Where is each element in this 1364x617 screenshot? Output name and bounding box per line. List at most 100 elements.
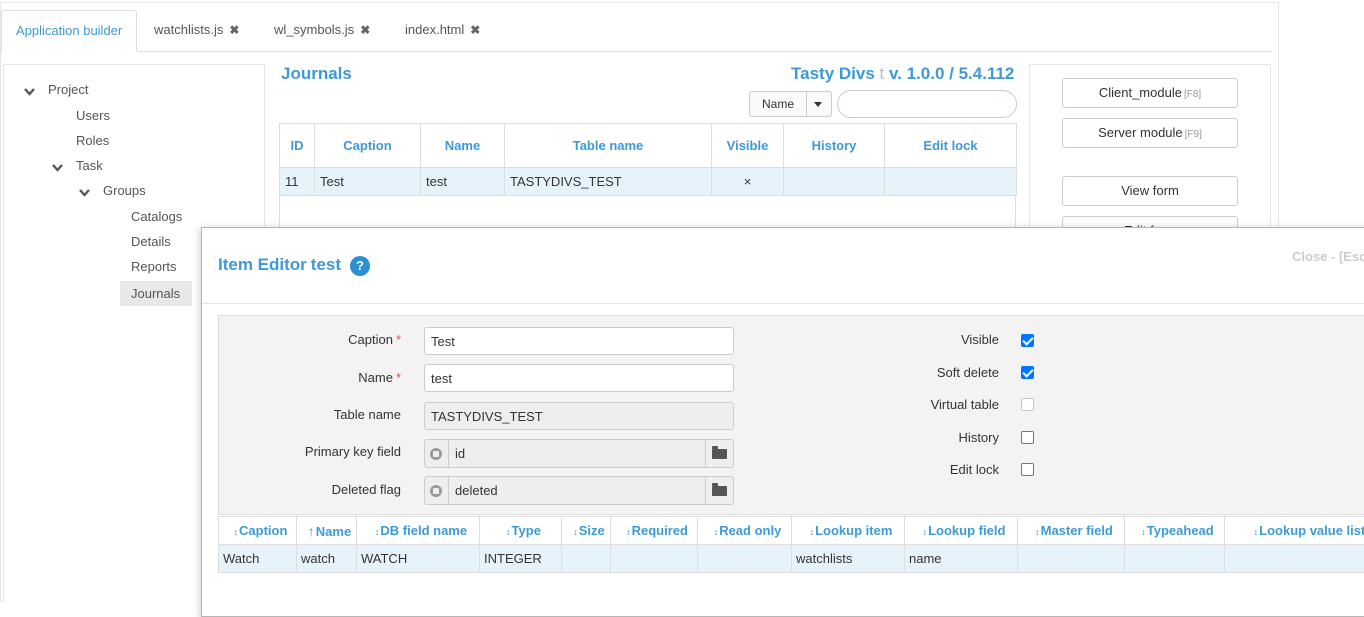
visible-checkbox[interactable] — [1021, 334, 1034, 347]
column-header-size[interactable]: ↕Size — [562, 517, 611, 545]
fields-table: ↕Caption ↑Name ↕DB field name ↕Type ↕Siz… — [218, 516, 1364, 573]
folder-icon — [712, 449, 727, 459]
close-icon[interactable]: ✖ — [360, 10, 370, 50]
column-header-id[interactable]: ID — [280, 124, 315, 168]
app-separator: t — [880, 64, 885, 83]
tab-watchlists-js[interactable]: watchlists.js✖ — [154, 10, 239, 52]
tree-item-catalogs[interactable]: Catalogs — [131, 207, 182, 227]
tree-item-task[interactable]: Task — [76, 156, 103, 176]
column-header-name[interactable]: Name — [421, 124, 505, 168]
table-row[interactable]: 11 Test test TASTYDIVS_TEST × — [280, 168, 1017, 196]
shortcut-hint: [F9] — [1185, 129, 1202, 140]
visible-label: Visible — [879, 332, 999, 347]
column-label: Lookup value list — [1259, 523, 1364, 538]
cell-lookup-value-list — [1225, 545, 1364, 573]
view-form-button[interactable]: View form — [1062, 176, 1238, 206]
chevron-down-icon[interactable] — [52, 163, 63, 172]
cell-required — [611, 545, 698, 573]
column-header-db-field-name[interactable]: ↕DB field name — [357, 517, 480, 545]
close-icon[interactable]: ✖ — [470, 10, 480, 50]
column-header-name[interactable]: ↑Name — [297, 517, 357, 545]
column-label: Caption — [239, 523, 287, 538]
column-header-lookup-value-list[interactable]: ↕Lookup value list — [1225, 517, 1364, 545]
cell-db-field-name: WATCH — [357, 545, 480, 573]
column-header-table-name[interactable]: Table name — [505, 124, 712, 168]
search-input[interactable] — [837, 90, 1017, 118]
column-header-edit-lock[interactable]: Edit lock — [885, 124, 1017, 168]
soft-delete-checkbox[interactable] — [1021, 366, 1034, 379]
caption-field[interactable] — [424, 327, 734, 355]
cell-caption: Test — [315, 168, 421, 196]
column-label: Typeahead — [1147, 523, 1214, 538]
page-title: Journals — [281, 64, 352, 84]
label-text: Name — [358, 370, 393, 385]
tree-item-groups[interactable]: Groups — [103, 181, 146, 201]
chevron-down-icon[interactable] — [24, 87, 35, 96]
primary-key-field[interactable]: id — [424, 439, 734, 468]
column-header-history[interactable]: History — [784, 124, 885, 168]
client-module-button[interactable]: Client_module[F8] — [1062, 78, 1238, 108]
history-checkbox[interactable] — [1021, 431, 1034, 444]
column-label: Read only — [719, 523, 781, 538]
name-label: Name* — [221, 370, 401, 385]
column-header-lookup-field[interactable]: ↕Lookup field — [905, 517, 1018, 545]
tab-wl-symbols-js[interactable]: wl_symbols.js✖ — [274, 10, 370, 52]
select-field-button[interactable] — [705, 477, 733, 504]
app-version: v. 1.0.0 / 5.4.112 — [889, 64, 1014, 83]
help-icon[interactable]: ? — [350, 256, 370, 276]
column-label: Lookup item — [815, 523, 892, 538]
name-field[interactable] — [424, 364, 734, 392]
table-name-field[interactable] — [424, 402, 734, 430]
history-label: History — [879, 430, 999, 445]
column-header-read-only[interactable]: ↕Read only — [698, 517, 792, 545]
cell-size — [562, 545, 611, 573]
server-module-button[interactable]: Server module[F9] — [1062, 118, 1238, 148]
table-row[interactable]: Watch watch WATCH INTEGER watchlists nam… — [219, 545, 1364, 573]
action-panel: Client_module[F8] Server module[F9] View… — [1029, 64, 1271, 244]
select-field-button[interactable] — [705, 440, 733, 467]
soft-delete-label: Soft delete — [879, 365, 999, 380]
table-name-label: Table name — [221, 407, 401, 422]
tree-item-journals[interactable]: Journals — [120, 281, 192, 306]
clear-field-button[interactable] — [425, 440, 449, 467]
journals-table: ID Caption Name Table name Visible Histo… — [279, 123, 1017, 196]
column-header-caption[interactable]: Caption — [315, 124, 421, 168]
column-label: Name — [316, 524, 351, 539]
column-header-caption[interactable]: ↕Caption — [219, 517, 297, 545]
tree-item-users[interactable]: Users — [76, 106, 110, 126]
edit-lock-checkbox[interactable] — [1021, 463, 1034, 476]
sort-icon: ↕ — [234, 527, 239, 537]
clear-icon — [430, 485, 442, 497]
column-label: Type — [512, 523, 541, 538]
sort-field-dropdown[interactable]: Name — [749, 91, 832, 117]
tree-item-details[interactable]: Details — [131, 232, 171, 252]
sort-icon: ↕ — [923, 527, 928, 537]
tab-application-builder[interactable]: Application builder — [1, 10, 137, 52]
tree-item-reports[interactable]: Reports — [131, 257, 177, 277]
button-label: Server module — [1098, 125, 1183, 140]
tree-item-project[interactable]: Project — [48, 80, 88, 100]
column-label: DB field name — [380, 523, 467, 538]
chevron-down-icon[interactable] — [79, 188, 90, 197]
column-label: Size — [579, 523, 605, 538]
column-header-required[interactable]: ↕Required — [611, 517, 698, 545]
cell-lookup-item: watchlists — [792, 545, 905, 573]
column-header-typeahead[interactable]: ↕Typeahead — [1125, 517, 1225, 545]
tab-divider — [138, 51, 1272, 52]
column-header-visible[interactable]: Visible — [712, 124, 784, 168]
shortcut-hint: [F8] — [1184, 89, 1201, 100]
column-header-type[interactable]: ↕Type — [480, 517, 562, 545]
close-button[interactable]: Close - [Esc] — [1292, 249, 1364, 264]
cell-master-field — [1018, 545, 1125, 573]
close-icon[interactable]: ✖ — [229, 10, 239, 50]
sort-icon: ↕ — [1254, 527, 1259, 537]
tab-index-html[interactable]: index.html✖ — [405, 10, 480, 52]
tree-item-roles[interactable]: Roles — [76, 131, 109, 151]
sort-icon: ↕ — [573, 527, 578, 537]
clear-field-button[interactable] — [425, 477, 449, 504]
column-header-master-field[interactable]: ↕Master field — [1018, 517, 1125, 545]
deleted-flag-field[interactable]: deleted — [424, 476, 734, 505]
divider — [202, 303, 1364, 304]
edit-lock-label: Edit lock — [879, 462, 999, 477]
column-header-lookup-item[interactable]: ↕Lookup item — [792, 517, 905, 545]
